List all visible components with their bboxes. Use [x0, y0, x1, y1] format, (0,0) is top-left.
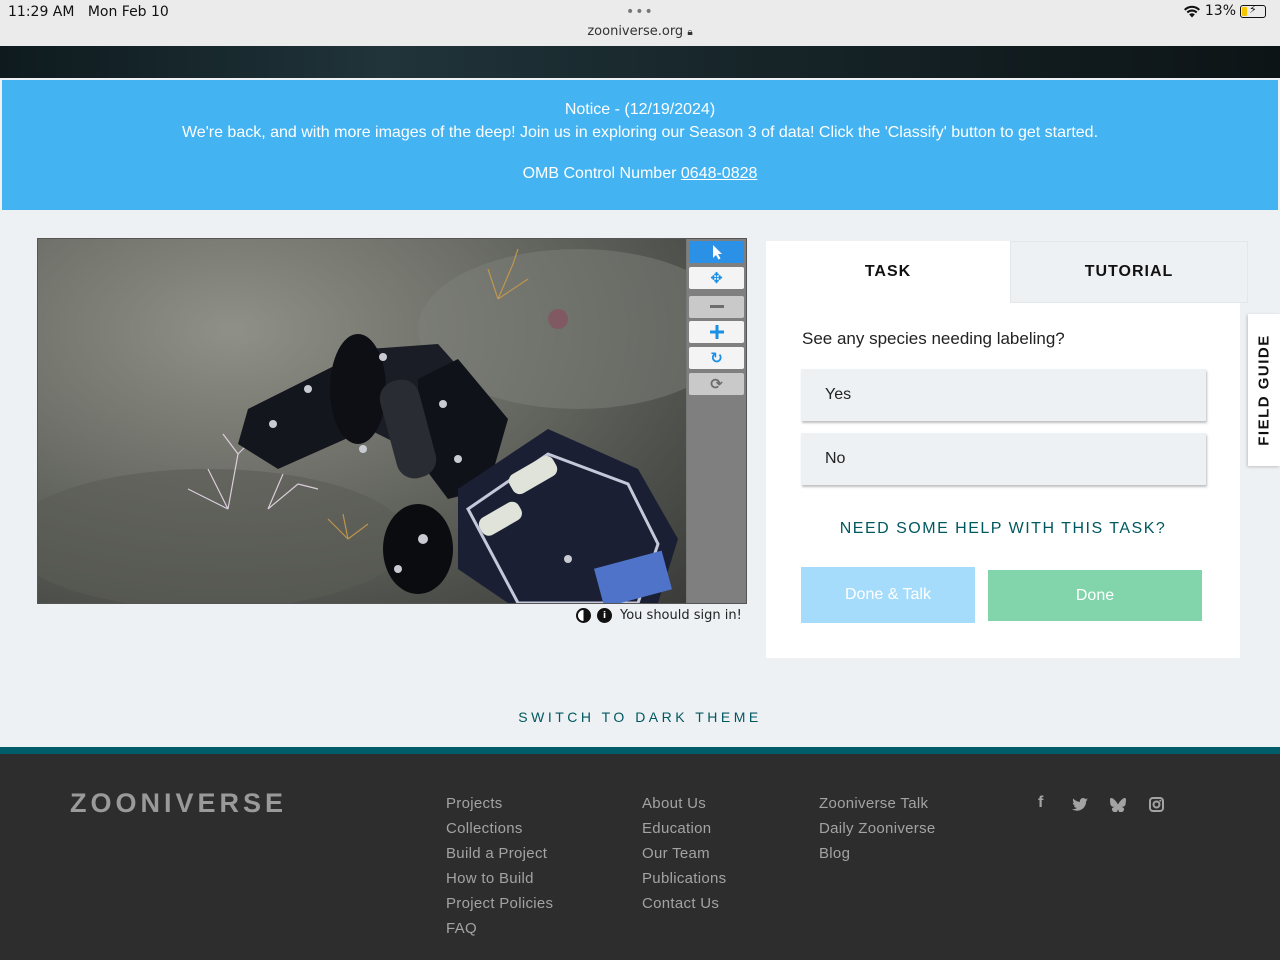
task-help-link[interactable]: NEED SOME HELP WITH THIS TASK?: [766, 520, 1240, 538]
footer-link[interactable]: Zooniverse Talk: [819, 795, 936, 820]
twitter-icon[interactable]: [1072, 798, 1088, 811]
more-dots-icon[interactable]: •••: [626, 4, 654, 20]
answer-yes-button[interactable]: Yes: [801, 369, 1206, 421]
footer-link[interactable]: Contact Us: [642, 895, 726, 920]
footer-link[interactable]: About Us: [642, 795, 726, 820]
footer-link[interactable]: Collections: [446, 820, 553, 845]
task-panel: TASK TUTORIAL See any species needing la…: [766, 241, 1248, 658]
answer-no-button[interactable]: No: [801, 433, 1206, 485]
hero-image-strip: [0, 46, 1280, 78]
task-question: See any species needing labeling?: [802, 329, 1065, 348]
underwater-robotic-arm-image: [38, 248, 686, 603]
zoom-in-icon[interactable]: [689, 321, 744, 343]
footer-col-projects: Projects Collections Build a Project How…: [446, 795, 553, 945]
zoom-out-icon[interactable]: [689, 296, 744, 318]
tab-task[interactable]: TASK: [766, 241, 1010, 303]
wifi-icon: [1183, 5, 1200, 17]
site-footer: ZOONIVERSE Projects Collections Build a …: [0, 747, 1280, 960]
done-button[interactable]: Done: [988, 570, 1202, 621]
reset-icon[interactable]: ⟳: [689, 373, 744, 395]
notice-banner: Notice - (12/19/2024) We're back, and wi…: [2, 80, 1278, 210]
lock-icon: 🔒︎: [687, 27, 693, 38]
footer-link[interactable]: Projects: [446, 795, 553, 820]
notice-message: We're back, and with more images of the …: [181, 124, 1099, 141]
footer-link[interactable]: Build a Project: [446, 845, 553, 870]
instagram-icon[interactable]: [1149, 797, 1164, 812]
notice-title: Notice - (12/19/2024): [564, 101, 716, 118]
battery-icon: ⚡︎: [1240, 3, 1266, 18]
facebook-icon[interactable]: f: [1038, 794, 1043, 812]
tab-tutorial[interactable]: TUTORIAL: [1010, 241, 1248, 303]
footer-link[interactable]: Daily Zooniverse: [819, 820, 936, 845]
footer-link[interactable]: FAQ: [446, 920, 553, 945]
zooniverse-logo[interactable]: ZOONIVERSE: [70, 788, 287, 819]
move-icon[interactable]: ✥: [689, 267, 744, 289]
ios-status-bar: 11:29 AM Mon Feb 10 ••• zooniverse.org 🔒…: [0, 0, 1280, 46]
footer-col-talk: Zooniverse Talk Daily Zooniverse Blog: [819, 795, 936, 870]
invert-colors-icon[interactable]: [576, 608, 591, 623]
field-guide-tab[interactable]: FIELD GUIDE: [1248, 314, 1280, 466]
footer-link[interactable]: Education: [642, 820, 726, 845]
footer-link[interactable]: Project Policies: [446, 895, 553, 920]
subject-viewer: ✥ ↻ ⟳: [37, 238, 747, 604]
battery-percent: 13%: [1204, 3, 1236, 19]
address-bar[interactable]: zooniverse.org 🔒︎: [0, 24, 1280, 39]
omb-line: OMB Control Number 0648-0828: [522, 165, 758, 182]
footer-link[interactable]: Publications: [642, 870, 726, 895]
status-time: 11:29 AM Mon Feb 10: [8, 4, 169, 20]
switch-dark-theme-button[interactable]: SWITCH TO DARK THEME: [0, 709, 1280, 725]
info-icon[interactable]: i: [597, 608, 612, 623]
sign-in-notice[interactable]: You should sign in!: [620, 608, 742, 623]
viewer-footer: i You should sign in!: [576, 608, 742, 623]
pointer-icon[interactable]: [689, 241, 744, 263]
image-toolbar: ✥ ↻ ⟳: [687, 239, 746, 603]
status-right: 13% ⚡︎: [1183, 3, 1266, 19]
bluesky-icon[interactable]: [1110, 798, 1126, 812]
rotate-icon[interactable]: ↻: [689, 347, 744, 369]
footer-link[interactable]: Blog: [819, 845, 936, 870]
done-and-talk-button[interactable]: Done & Talk: [801, 567, 975, 623]
subject-image[interactable]: [38, 239, 686, 603]
footer-link[interactable]: How to Build: [446, 870, 553, 895]
footer-link[interactable]: Our Team: [642, 845, 726, 870]
footer-col-about: About Us Education Our Team Publications…: [642, 795, 726, 920]
omb-number-link[interactable]: 0648-0828: [681, 165, 758, 182]
